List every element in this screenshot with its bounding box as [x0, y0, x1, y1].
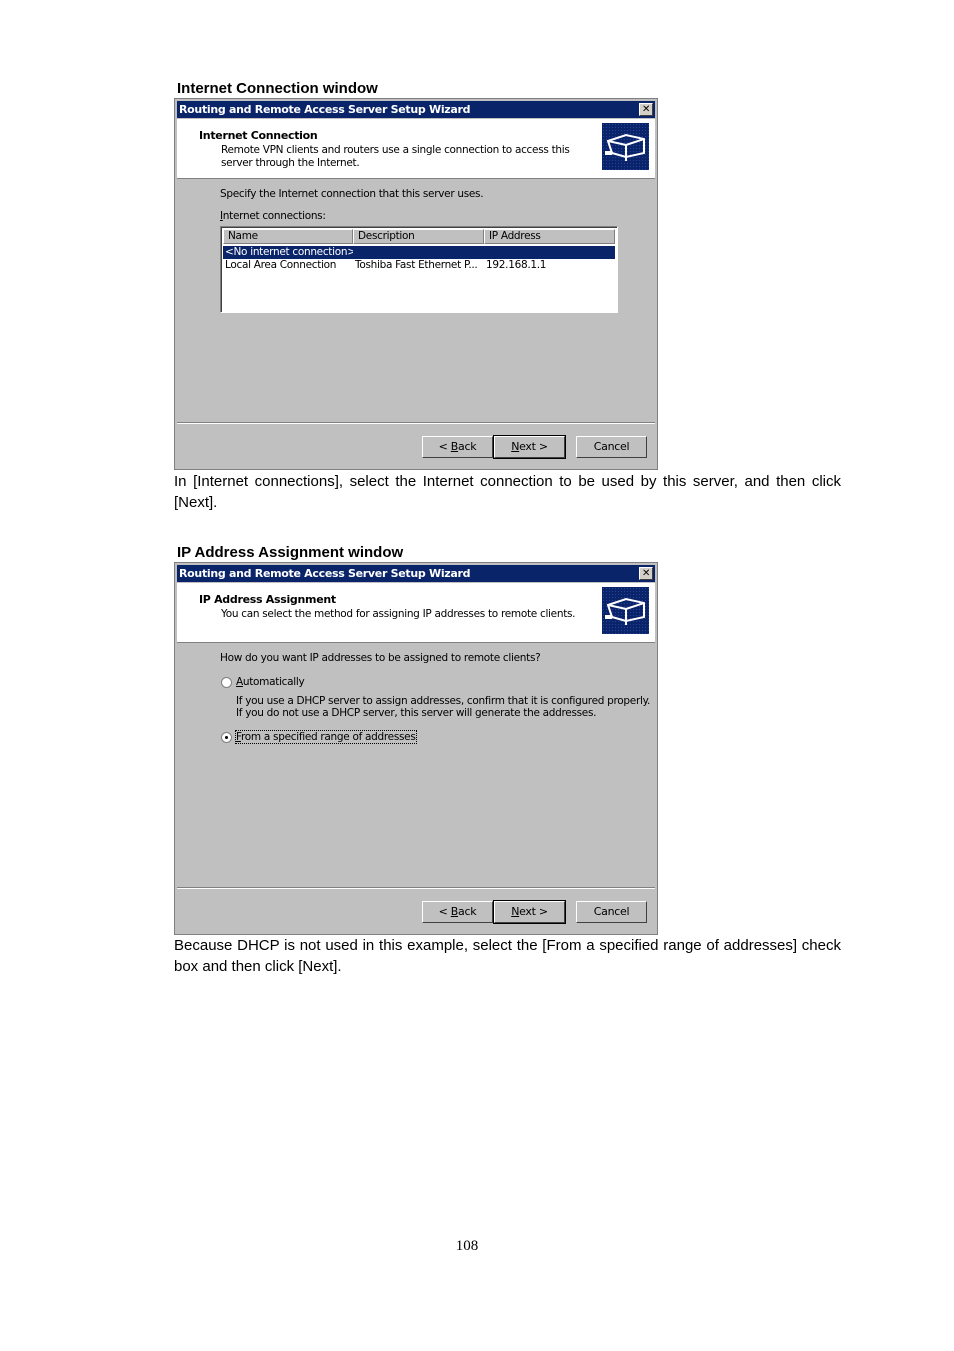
next-label: ext >	[519, 905, 548, 918]
close-button[interactable]: ✕	[639, 103, 653, 116]
cell-ip: 192.168.1.1	[486, 259, 547, 271]
dialog-title: Routing and Remote Access Server Setup W…	[179, 103, 471, 116]
back-label: ack	[458, 905, 477, 918]
header-subtitle: You can select the method for assigning …	[221, 608, 576, 620]
footer-divider	[177, 422, 655, 424]
page-number: 108	[455, 1238, 479, 1254]
close-icon: ✕	[641, 104, 651, 115]
next-button[interactable]: Next >	[493, 435, 566, 459]
title-bar: Routing and Remote Access Server Setup W…	[177, 101, 655, 118]
next-button[interactable]: Next >	[493, 900, 566, 924]
internet-connection-description: In [Internet connections], select the In…	[174, 473, 841, 511]
mnemonic: N	[511, 905, 520, 918]
back-button[interactable]: < Back	[422, 901, 493, 923]
dhcp-help-line-2: If you do not use a DHCP server, this se…	[236, 707, 597, 719]
cell-ip	[484, 246, 615, 259]
label-text: utomatically	[242, 676, 305, 688]
column-header-name[interactable]: Name	[223, 229, 353, 244]
cancel-button[interactable]: Cancel	[576, 436, 647, 458]
column-header-ip[interactable]: IP Address	[484, 229, 615, 244]
dhcp-help-line-1: If you use a DHCP server to assign addre…	[236, 695, 651, 707]
internet-connections-list[interactable]: Name Description IP Address <No internet…	[220, 226, 618, 313]
internet-connection-dialog: Routing and Remote Access Server Setup W…	[174, 98, 658, 470]
instruction-text: Specify the Internet connection that thi…	[220, 188, 484, 200]
list-label: Internet connections:	[220, 210, 326, 222]
cell-name: <No internet connection>	[225, 246, 354, 258]
list-header: Name Description IP Address	[223, 229, 615, 244]
label-text: rom a specified range of addresses	[240, 731, 416, 743]
wizard-header: IP Address Assignment You can select the…	[177, 583, 655, 643]
ip-assignment-dialog: Routing and Remote Access Server Setup W…	[174, 562, 658, 935]
wizard-header: Internet Connection Remote VPN clients a…	[177, 119, 655, 179]
ip-assignment-description: Because DHCP is not used in this example…	[174, 937, 841, 975]
internet-connection-caption: Internet Connection window	[177, 80, 378, 97]
ip-assignment-caption: IP Address Assignment window	[177, 544, 404, 561]
back-button[interactable]: < Back	[422, 436, 493, 458]
mnemonic: N	[511, 440, 520, 453]
mnemonic: B	[450, 905, 459, 918]
automatically-radio[interactable]	[221, 677, 232, 688]
header-subtitle: Remote VPN clients and routers use a sin…	[221, 144, 570, 169]
cell-name: Local Area Connection	[225, 259, 337, 271]
list-row[interactable]: <No internet connection>	[223, 246, 615, 259]
dialog-title: Routing and Remote Access Server Setup W…	[179, 567, 471, 580]
next-label: ext >	[519, 440, 548, 453]
back-label: ack	[458, 440, 477, 453]
network-wizard-icon	[602, 587, 649, 634]
cancel-button[interactable]: Cancel	[576, 901, 647, 923]
back-prefix: <	[438, 905, 451, 918]
mnemonic: B	[450, 440, 459, 453]
cell-description: Toshiba Fast Ethernet P...	[355, 259, 478, 271]
automatically-label[interactable]: Automatically	[236, 676, 305, 688]
footer-divider	[177, 887, 655, 889]
close-button[interactable]: ✕	[639, 567, 653, 580]
header-title: Internet Connection	[199, 129, 318, 142]
cell-description	[353, 246, 484, 259]
network-wizard-icon	[602, 123, 649, 170]
mnemonic: A	[236, 676, 243, 688]
header-title: IP Address Assignment	[199, 593, 336, 606]
list-row[interactable]: Local Area Connection Toshiba Fast Ether…	[223, 259, 615, 272]
question-text: How do you want IP addresses to be assig…	[220, 652, 541, 664]
close-icon: ✕	[641, 568, 651, 579]
specified-range-radio[interactable]	[221, 732, 232, 743]
title-bar: Routing and Remote Access Server Setup W…	[177, 565, 655, 582]
column-header-description[interactable]: Description	[353, 229, 484, 244]
label-text: nternet connections:	[222, 210, 326, 222]
specified-range-label[interactable]: From a specified range of addresses	[235, 730, 417, 744]
back-prefix: <	[438, 440, 451, 453]
